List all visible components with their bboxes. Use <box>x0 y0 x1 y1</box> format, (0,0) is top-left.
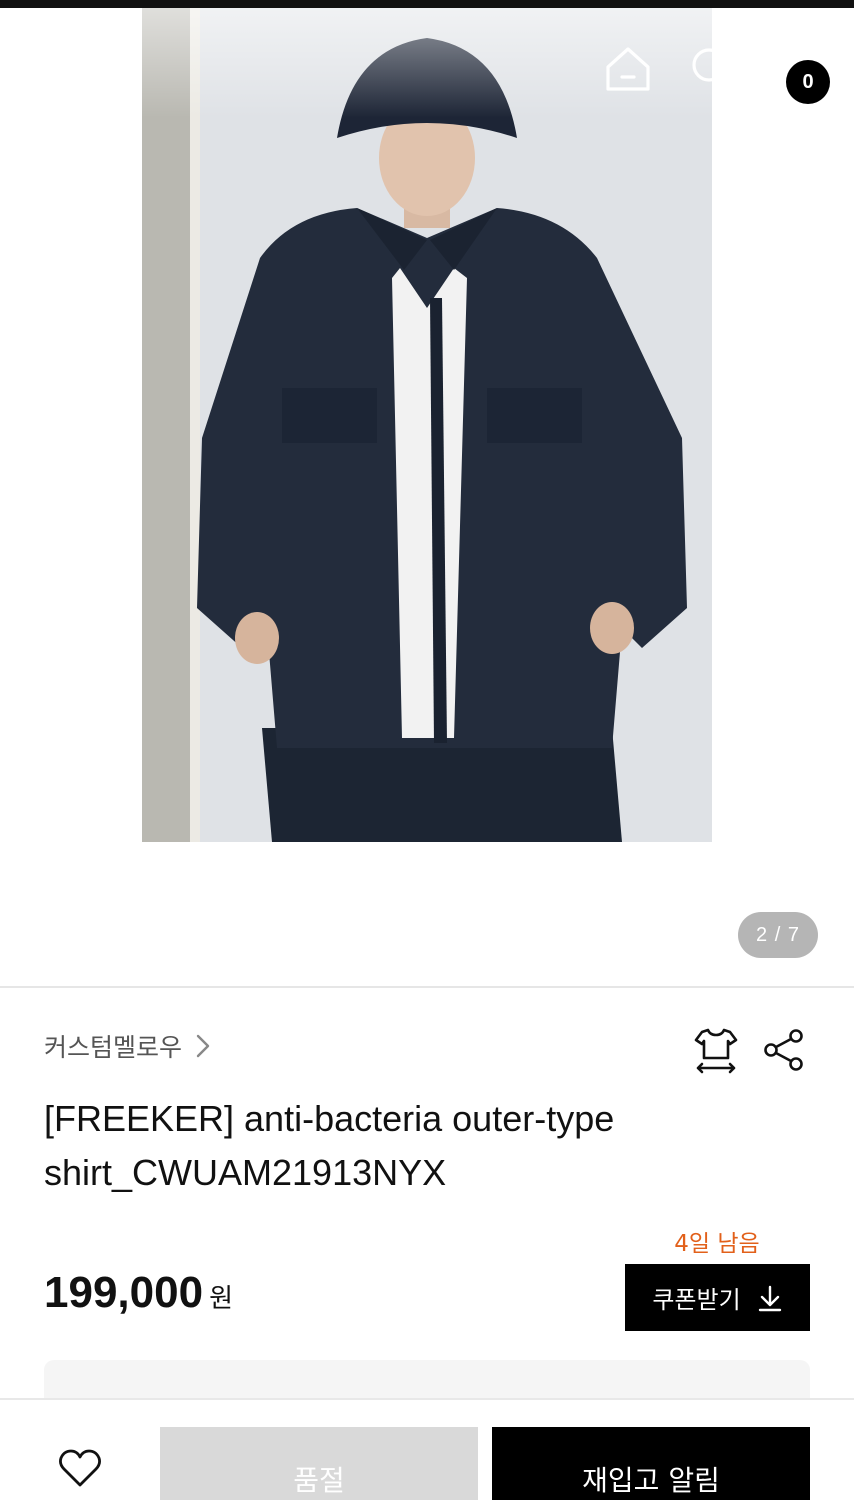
like-button[interactable] <box>48 1436 112 1500</box>
chevron-right-icon <box>196 1034 210 1058</box>
product-title: [FREEKER] anti-bacteria outer-type shirt… <box>44 1092 764 1200</box>
back-button[interactable] <box>36 40 96 100</box>
product-title-line2: shirt_CWUAM21913NYX <box>44 1152 447 1193</box>
sold-out-button[interactable]: 품절 <box>160 1427 478 1500</box>
arrow-left-icon <box>46 52 86 88</box>
get-coupon-button[interactable]: 쿠폰받기 <box>625 1264 810 1331</box>
price-amount: 199,000 <box>44 1268 204 1317</box>
product-price: 199,000 원 <box>44 1268 233 1318</box>
coupon-deadline: 4일 남음 <box>674 1231 760 1257</box>
home-button[interactable] <box>598 38 658 100</box>
coupon-button-label: 쿠폰받기 <box>652 1286 741 1314</box>
product-photo <box>142 8 712 842</box>
brand-link[interactable]: 커스텀멜로우 <box>44 1026 214 1066</box>
download-icon <box>758 1285 781 1311</box>
heart-icon <box>59 1449 101 1487</box>
product-title-line1: [FREEKER] anti-bacteria outer-type <box>44 1098 615 1139</box>
restock-alert-button[interactable]: 재입고 알림 <box>492 1427 810 1500</box>
cart-button[interactable]: 0 <box>760 38 830 104</box>
status-strip <box>0 0 854 8</box>
share-icon <box>764 1029 803 1071</box>
share-button[interactable] <box>758 1024 810 1076</box>
search-button[interactable] <box>683 38 743 100</box>
product-image-carousel[interactable]: 0 2 / 7 <box>0 8 854 986</box>
search-icon <box>692 48 735 91</box>
section-divider <box>0 986 854 988</box>
size-fit-icon <box>694 1028 738 1074</box>
price-unit: 원 <box>209 1284 233 1314</box>
cart-count-badge: 0 <box>786 60 830 104</box>
size-fit-button[interactable] <box>690 1024 742 1076</box>
home-icon <box>606 47 650 91</box>
image-pager-indicator: 2 / 7 <box>738 912 818 958</box>
brand-name: 커스텀멜로우 <box>44 1033 183 1062</box>
